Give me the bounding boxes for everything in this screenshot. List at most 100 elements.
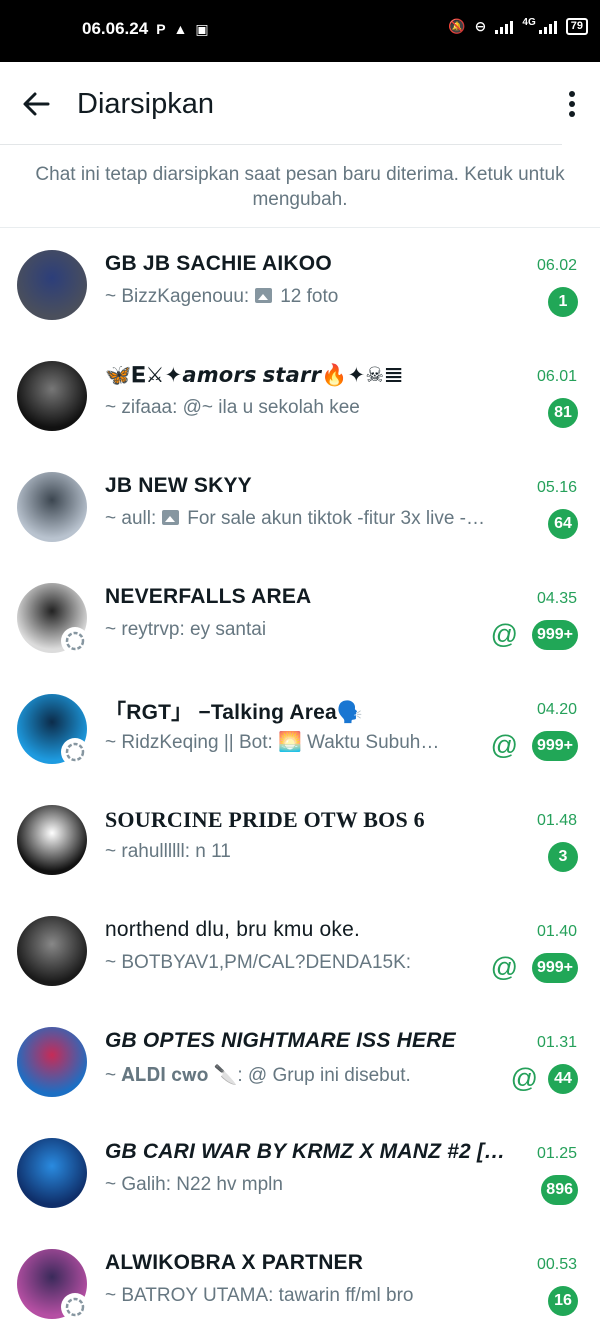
chat-preview: ~ BizzKagenouu: 12 foto [105, 286, 490, 308]
back-arrow-icon[interactable] [20, 88, 52, 120]
chat-preview: ~ zifaaa: @~ ila u sekolah kee [105, 397, 490, 419]
status-bar-right: 🔕 ⊖ 4G 79 [448, 17, 588, 35]
unread-badge: 999+ [531, 731, 578, 761]
app-bar: Diarsipkan [0, 62, 600, 144]
chat-preview: ~ reytrvp: ey santai [105, 619, 465, 641]
unread-badge: 64 [548, 509, 578, 539]
preview-sender: ~ BOTBYAV1,PM/CAL?DENDA15K: [105, 952, 412, 973]
chat-time: 06.02 [536, 257, 577, 274]
chat-name: 🦋𝐄⚔✦𝙖𝙢𝙤𝙧𝙨 𝙨𝙩𝙖𝙧𝙧🔥✦☠𝌆 [105, 364, 404, 387]
notification-icon: ▲ [173, 21, 188, 37]
signal-icon [495, 20, 514, 34]
group-avatar[interactable] [17, 250, 87, 320]
chat-time: 04.35 [536, 590, 577, 607]
chat-time: 04.20 [536, 701, 577, 718]
chat-name: JB NEW SKYY [105, 474, 252, 497]
photo-icon [255, 288, 273, 303]
chat-row[interactable]: northend dlu, bru kmu oke. 01.40 ~ BOTBYAV… [0, 894, 600, 1005]
chat-time: 01.40 [536, 923, 577, 940]
chat-row[interactable]: GB CARI WAR BY KRMZ X MANZ #2 [… 01.25 ~ G… [0, 1116, 600, 1227]
chat-row[interactable]: GB JB SACHIE AIKOO 06.02 ~ BizzKagenouu: 12… [0, 228, 600, 339]
photo-icon [162, 510, 180, 525]
unread-badge: 999+ [531, 953, 578, 983]
unread-badge: 44 [548, 1064, 578, 1094]
status-time: 06.06.24 [82, 19, 149, 38]
preview-message: @ Grup ini disebut. [247, 1065, 411, 1086]
parking-icon: P [156, 21, 166, 37]
preview-sender: ~ rahullllll: [105, 841, 196, 862]
community-ring-icon [61, 738, 89, 766]
signal-icon-2 [538, 20, 557, 34]
preview-message: 🌅 Waktu Subuh… [278, 732, 440, 753]
preview-sender: ~ RidzKeqing || Bot: [105, 732, 279, 753]
divider [0, 144, 562, 145]
chat-row[interactable]: 「RGT」 −Talking Area🗣️ 04.20 ~ RidzKeqing |… [0, 672, 600, 783]
chat-row[interactable]: GB OPTES NIGHTMARE ISS HERE 01.31 ~ 𝐀𝐋𝐃𝐈 𝐜… [0, 1005, 600, 1116]
chat-preview: ~ aull: For sale akun tiktok -fitur 3x li… [105, 508, 490, 530]
chat-row[interactable]: ALWIKOBRA X PARTNER 00.53 ~ BATROY UTAMA: … [0, 1227, 600, 1338]
mention-icon: @ [510, 1063, 538, 1093]
unread-badge: 81 [548, 398, 578, 428]
chat-time: 05.16 [536, 479, 577, 496]
chat-row[interactable]: NEVERFALLS AREA 04.35 ~ reytrvp: ey santai… [0, 561, 600, 672]
preview-message: ey santai [190, 619, 267, 640]
chat-row[interactable]: SOURCINE PRIDE OTW BOS 6 01.48 ~ rahulllll… [0, 783, 600, 894]
group-avatar[interactable] [17, 1249, 89, 1321]
app-icon: ▣ [195, 20, 209, 37]
page-title: Diarsipkan [77, 88, 214, 120]
community-ring-icon [61, 627, 89, 655]
chat-name: GB OPTES NIGHTMARE ISS HERE [105, 1029, 456, 1052]
archive-info-text[interactable]: Chat ini tetap diarsipkan saat pesan bar… [30, 162, 570, 212]
group-avatar[interactable] [17, 805, 87, 875]
chat-name: 「RGT」 −Talking Area🗣️ [105, 701, 364, 724]
preview-message: N22 hv mpln [176, 1174, 283, 1195]
group-avatar[interactable] [17, 1027, 87, 1097]
preview-message: tawarin ff/ml bro [278, 1285, 414, 1306]
preview-sender: ~ zifaaa: @~ [105, 397, 219, 418]
chat-row[interactable]: 🦋𝐄⚔✦𝙖𝙢𝙤𝙧𝙨 𝙨𝙩𝙖𝙧𝙧🔥✦☠𝌆 06.01 ~ zifaaa: @~ ila… [0, 339, 600, 450]
chat-preview: ~ rahullllll: n 11 [105, 841, 490, 863]
battery-icon: 79 [565, 18, 588, 35]
chat-time: 01.31 [536, 1034, 577, 1051]
group-avatar[interactable] [17, 916, 87, 986]
mention-icon: @ [490, 952, 518, 982]
unread-badge: 1 [548, 287, 578, 317]
chat-name: GB JB SACHIE AIKOO [105, 252, 332, 275]
preview-sender: ~ BizzKagenouu: [105, 286, 250, 307]
chat-preview: ~ RidzKeqing || Bot: 🌅 Waktu Subuh… [105, 730, 465, 754]
chat-name: GB CARI WAR BY KRMZ X MANZ #2 [… [105, 1140, 506, 1163]
more-options-icon[interactable] [566, 90, 578, 118]
mention-icon: @ [490, 730, 518, 760]
chat-time: 01.25 [536, 1145, 577, 1162]
chat-name: SOURCINE PRIDE OTW BOS 6 [105, 807, 425, 832]
network-type: 4G [522, 17, 536, 28]
dnd-icon: ⊖ [474, 18, 487, 34]
preview-sender: ~ reytrvp: [105, 619, 190, 640]
chat-preview: ~ Galih: N22 hv mpln [105, 1174, 490, 1196]
status-bar-left: 06.06.24 P ▲ ▣ [82, 19, 209, 39]
preview-message: ila u sekolah kee [218, 397, 360, 418]
unread-badge: 16 [548, 1286, 578, 1316]
group-avatar[interactable] [17, 361, 87, 431]
chat-preview: ~ BATROY UTAMA: tawarin ff/ml bro [105, 1285, 490, 1307]
chat-preview: ~ 𝐀𝐋𝐃𝐈 𝐜𝐰𝐨 🔪: @ Grup ini disebut. [105, 1063, 465, 1087]
group-avatar[interactable] [17, 1138, 87, 1208]
status-bar: 06.06.24 P ▲ ▣ 🔕 ⊖ 4G 79 [0, 0, 600, 62]
preview-message: 12 foto [280, 286, 339, 307]
preview-sender: ~ 𝐀𝐋𝐃𝐈 𝐜𝐰𝐨 🔪: [105, 1065, 248, 1086]
unread-badge: 999+ [531, 620, 578, 650]
mention-icon: @ [490, 619, 518, 649]
chat-row[interactable]: JB NEW SKYY 05.16 ~ aull: For sale akun tik… [0, 450, 600, 561]
group-avatar[interactable] [17, 694, 89, 766]
preview-message: n 11 [195, 841, 231, 862]
group-avatar[interactable] [17, 583, 89, 655]
chat-preview: ~ BOTBYAV1,PM/CAL?DENDA15K: [105, 952, 465, 974]
chat-name: ALWIKOBRA X PARTNER [105, 1251, 364, 1274]
unread-badge: 896 [541, 1175, 578, 1205]
preview-sender: ~ BATROY UTAMA: [105, 1285, 279, 1306]
chat-time: 06.01 [536, 368, 577, 385]
unread-badge: 3 [548, 842, 578, 872]
group-avatar[interactable] [17, 472, 87, 542]
chat-time: 00.53 [536, 1256, 577, 1273]
chat-time: 01.48 [536, 812, 577, 829]
